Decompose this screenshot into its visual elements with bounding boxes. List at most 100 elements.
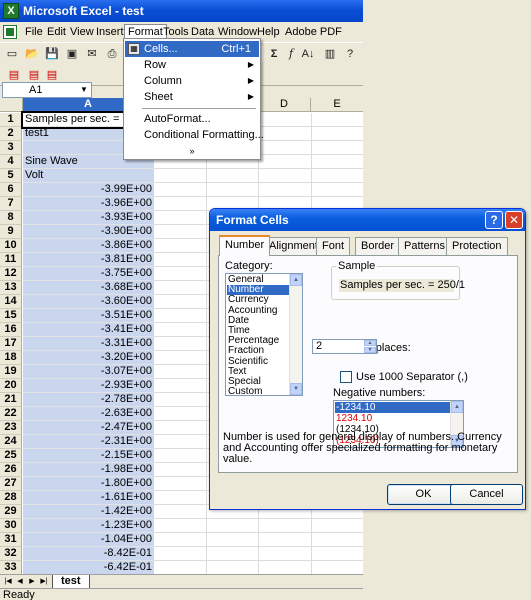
- menu-file[interactable]: File: [22, 25, 46, 41]
- row-header[interactable]: 29: [0, 505, 22, 519]
- help-button[interactable]: ?: [485, 211, 503, 229]
- permission-icon[interactable]: ▣: [64, 46, 80, 62]
- row-header[interactable]: 22: [0, 407, 22, 421]
- row-header[interactable]: 13: [0, 281, 22, 295]
- negative-number-option[interactable]: -1234.10: [335, 402, 450, 413]
- row-header[interactable]: 8: [0, 211, 22, 225]
- row-header[interactable]: 2: [0, 127, 22, 141]
- cell-a[interactable]: -3.96E+00: [23, 197, 154, 211]
- cell-a[interactable]: -1.42E+00: [23, 505, 154, 519]
- row-header[interactable]: 30: [0, 519, 22, 533]
- menu-adobe-pdf[interactable]: Adobe PDF: [282, 25, 345, 41]
- cell-a[interactable]: -2.47E+00: [23, 421, 154, 435]
- row-header[interactable]: 32: [0, 547, 22, 561]
- excel-app-icon[interactable]: X: [3, 3, 19, 19]
- row-header[interactable]: 27: [0, 477, 22, 491]
- sheet-tab-test[interactable]: test: [52, 575, 90, 589]
- cell-a[interactable]: -1.80E+00: [23, 477, 154, 491]
- row-header[interactable]: 3: [0, 141, 22, 155]
- spin-down-icon[interactable]: ▼: [364, 347, 376, 353]
- chevron-down-icon[interactable]: ▼: [78, 84, 90, 96]
- use-1000-separator-checkbox[interactable]: [340, 371, 352, 383]
- cell-a[interactable]: -3.75E+00: [23, 267, 154, 281]
- row-header[interactable]: 12: [0, 267, 22, 281]
- row-header[interactable]: 26: [0, 463, 22, 477]
- cell-a[interactable]: -3.20E+00: [23, 351, 154, 365]
- row-header[interactable]: 28: [0, 491, 22, 505]
- cell-a[interactable]: -3.41E+00: [23, 323, 154, 337]
- help-icon[interactable]: ?: [342, 46, 358, 62]
- tab-font[interactable]: Font: [316, 237, 351, 255]
- menu-item-cells[interactable]: ▦ Cells... Ctrl+1: [125, 41, 259, 57]
- row-header[interactable]: 15: [0, 309, 22, 323]
- spin-up-icon[interactable]: ▲: [364, 340, 376, 346]
- negative-number-option[interactable]: 1234.10: [335, 413, 450, 424]
- category-scrollbar[interactable]: ▲ ▼: [289, 274, 302, 395]
- cell-a[interactable]: -2.31E+00: [23, 435, 154, 449]
- menu-item-autoformat[interactable]: AutoFormat...: [125, 111, 259, 127]
- previous-sheet-icon[interactable]: ◀: [15, 576, 25, 587]
- category-item[interactable]: Currency: [227, 295, 289, 305]
- cell-a[interactable]: Volt: [23, 169, 154, 183]
- excel-title-bar[interactable]: X Microsoft Excel - test: [0, 0, 363, 22]
- row-header[interactable]: 19: [0, 365, 22, 379]
- workbook-icon[interactable]: [3, 25, 17, 39]
- cell-a[interactable]: -2.63E+00: [23, 407, 154, 421]
- open-folder-icon[interactable]: 📂: [24, 46, 40, 62]
- row-header[interactable]: 9: [0, 225, 22, 239]
- cell-a[interactable]: -3.81E+00: [23, 253, 154, 267]
- menu-item-column[interactable]: Column ▶: [125, 73, 259, 89]
- menu-item-sheet[interactable]: Sheet ▶: [125, 89, 259, 105]
- cell-a[interactable]: -1.04E+00: [23, 533, 154, 547]
- row-header[interactable]: 17: [0, 337, 22, 351]
- row-header[interactable]: 24: [0, 435, 22, 449]
- close-button[interactable]: ✕: [505, 211, 523, 229]
- cell-a[interactable]: -3.99E+00: [23, 183, 154, 197]
- row-header[interactable]: 6: [0, 183, 22, 197]
- pdf-attach-email-icon[interactable]: ▤: [26, 67, 42, 83]
- row-header[interactable]: 1: [0, 113, 22, 127]
- category-list[interactable]: General Number Currency Accounting Date Time P…: [225, 273, 303, 396]
- insert-function-icon[interactable]: f: [283, 46, 299, 62]
- tab-alignment[interactable]: Alignment: [263, 237, 324, 255]
- menu-item-row[interactable]: Row ▶: [125, 57, 259, 73]
- tab-patterns[interactable]: Patterns: [398, 237, 451, 255]
- cell-a[interactable]: -3.90E+00: [23, 225, 154, 239]
- first-sheet-icon[interactable]: |◀: [3, 576, 13, 587]
- autosum-icon[interactable]: Σ: [266, 46, 282, 62]
- row-header[interactable]: 14: [0, 295, 22, 309]
- save-icon[interactable]: 💾: [44, 46, 60, 62]
- tab-number-active[interactable]: Number: [219, 235, 271, 256]
- tab-border[interactable]: Border: [355, 237, 401, 255]
- row-header[interactable]: 31: [0, 533, 22, 547]
- pdf-review-icon[interactable]: ▤: [44, 67, 60, 83]
- cancel-button[interactable]: Cancel: [450, 484, 523, 505]
- menu-insert[interactable]: Insert: [93, 25, 127, 41]
- cell-a[interactable]: -2.15E+00: [23, 449, 154, 463]
- row-header[interactable]: 10: [0, 239, 22, 253]
- decimal-places-input[interactable]: 2 ▲ ▼: [312, 339, 377, 354]
- row-header[interactable]: 20: [0, 379, 22, 393]
- scroll-up-icon[interactable]: ▲: [451, 401, 463, 413]
- new-document-icon[interactable]: ▭: [4, 46, 20, 62]
- cell-a[interactable]: -3.93E+00: [23, 211, 154, 225]
- chart-wizard-icon[interactable]: ▥: [322, 46, 338, 62]
- cell-a[interactable]: -3.60E+00: [23, 295, 154, 309]
- row-header[interactable]: 16: [0, 323, 22, 337]
- cell-a[interactable]: -3.51E+00: [23, 309, 154, 323]
- convert-to-pdf-icon[interactable]: ▤: [6, 67, 22, 83]
- scroll-up-icon[interactable]: ▲: [290, 274, 302, 286]
- scroll-down-icon[interactable]: ▼: [290, 383, 302, 395]
- sort-ascending-icon[interactable]: A↓: [300, 46, 316, 62]
- cell-a[interactable]: -1.98E+00: [23, 463, 154, 477]
- row-header[interactable]: 5: [0, 169, 22, 183]
- menu-item-conditional-formatting[interactable]: Conditional Formatting...: [125, 127, 264, 143]
- tab-protection[interactable]: Protection: [446, 237, 508, 255]
- row-header[interactable]: 33: [0, 561, 22, 574]
- email-icon[interactable]: ✉: [84, 46, 100, 62]
- column-header-d[interactable]: D: [258, 98, 311, 112]
- expand-menu-icon[interactable]: »: [124, 146, 260, 156]
- row-header[interactable]: 21: [0, 393, 22, 407]
- dialog-title-bar[interactable]: Format Cells ? ✕: [210, 209, 525, 231]
- cell-a[interactable]: -3.86E+00: [23, 239, 154, 253]
